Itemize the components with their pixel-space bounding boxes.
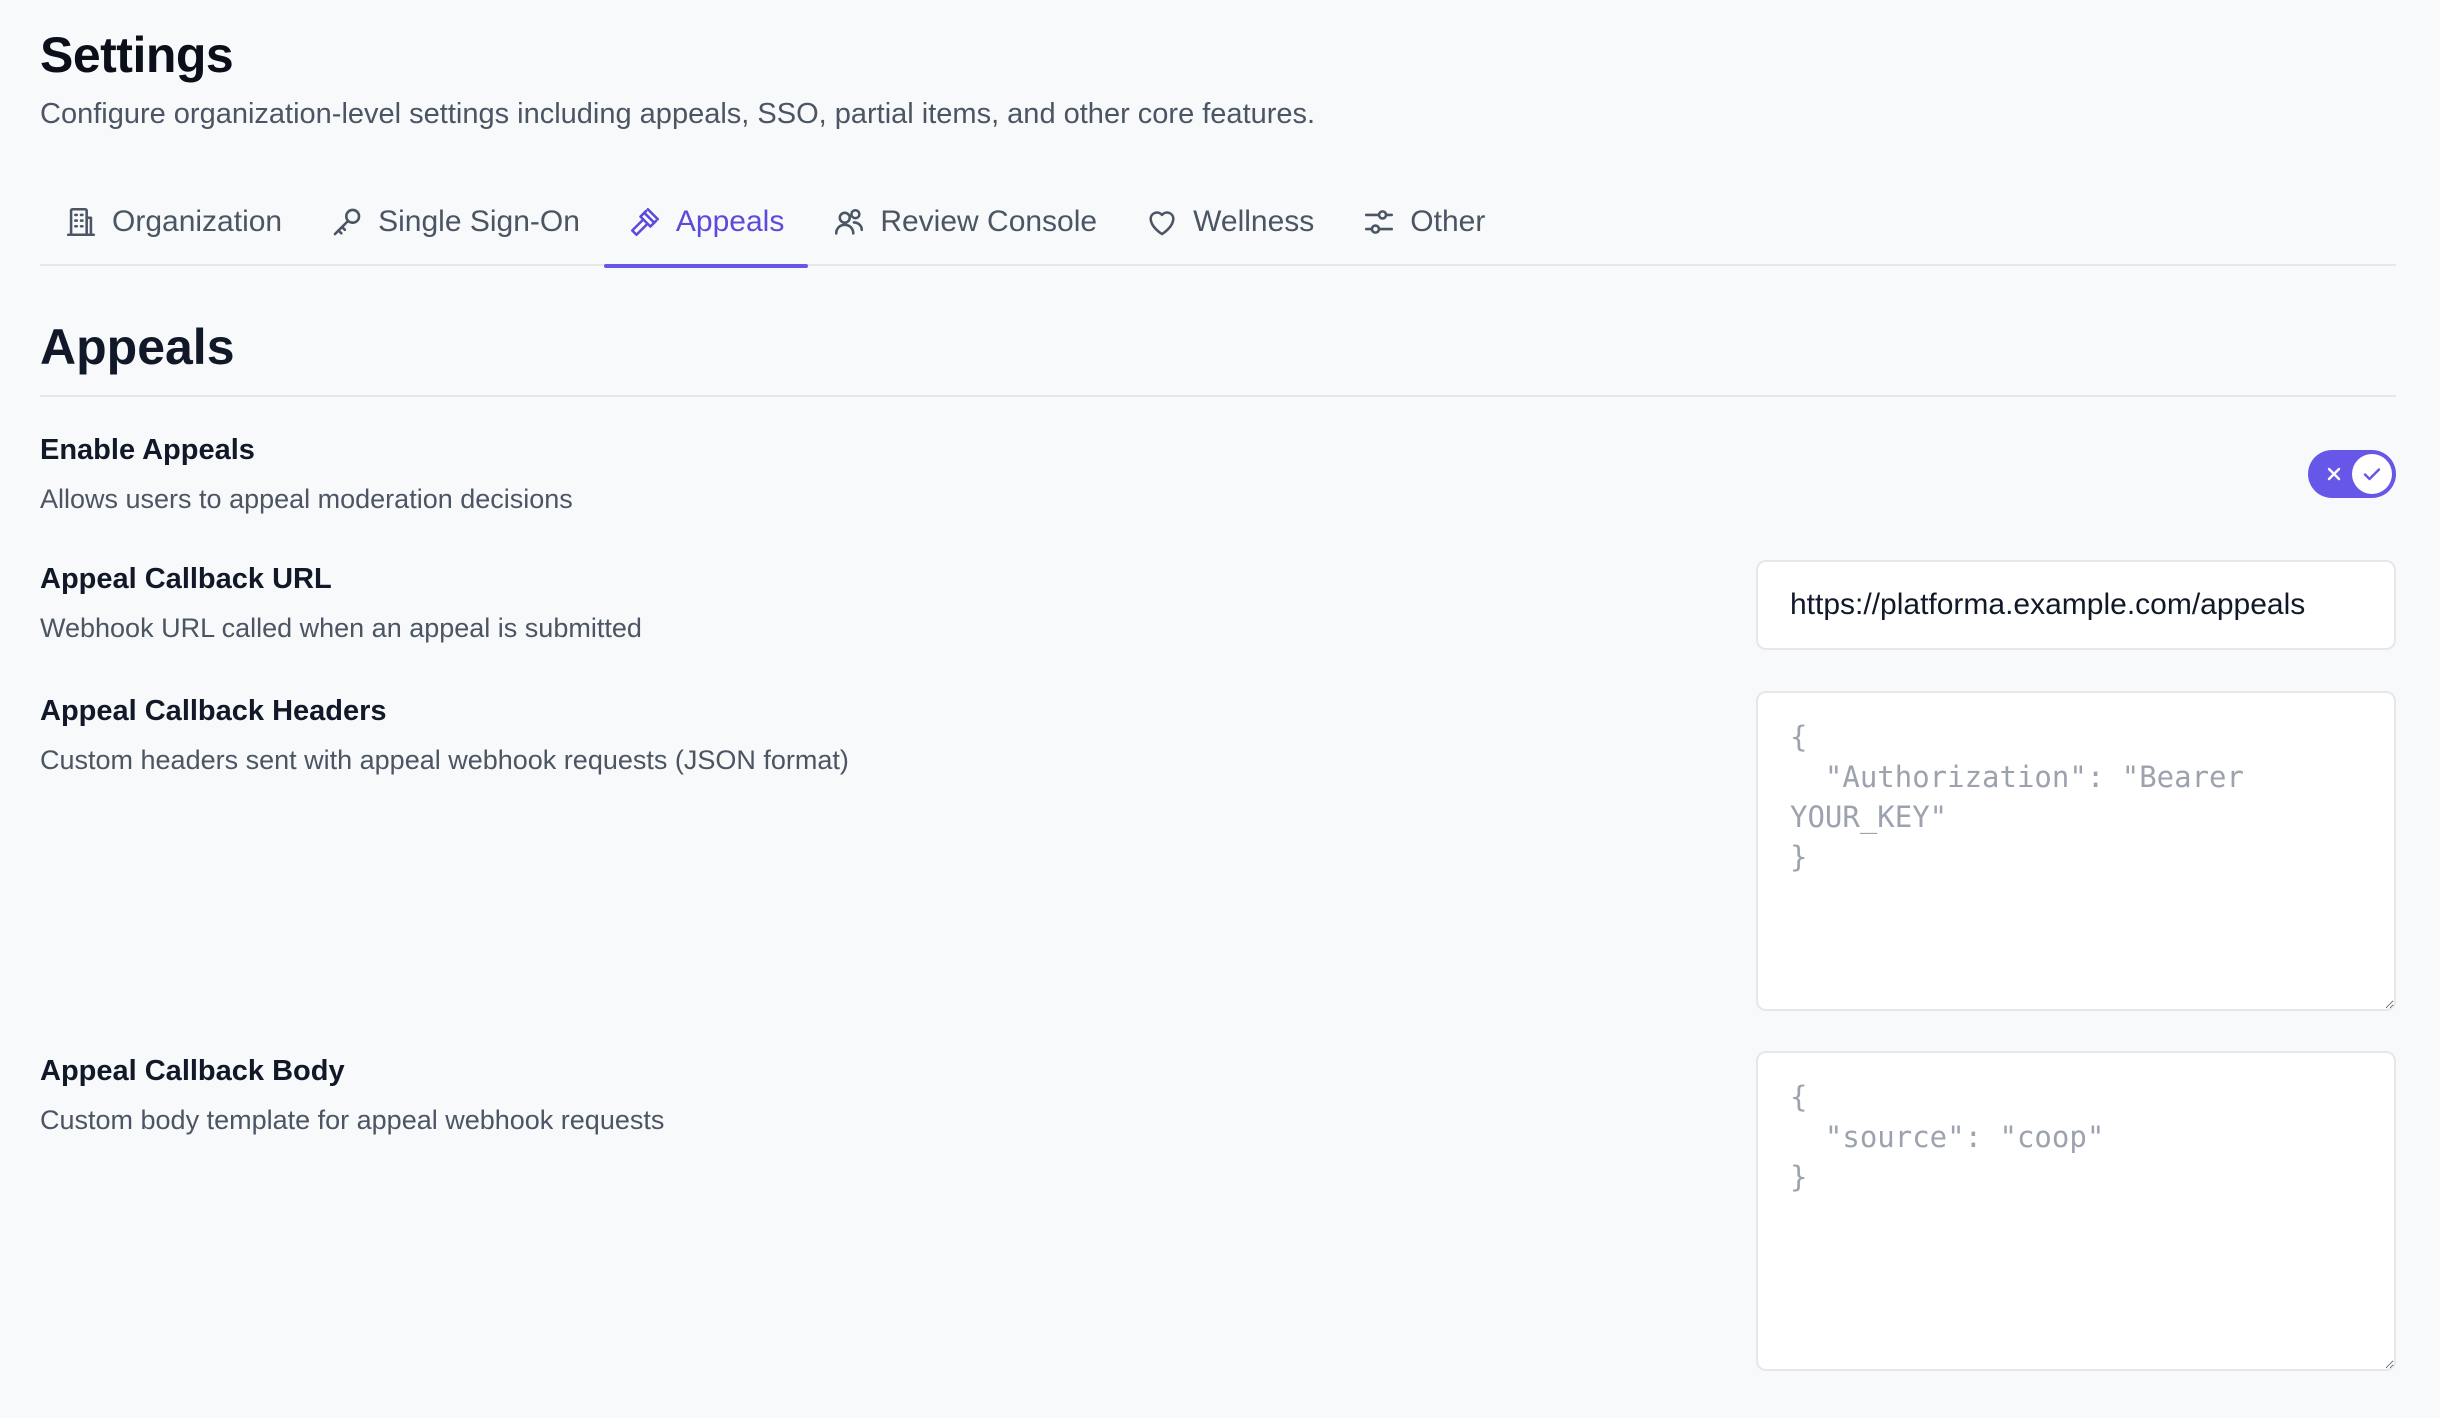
callback-body-description: Custom body template for appeal webhook … bbox=[40, 1105, 665, 1135]
key-icon bbox=[333, 208, 361, 236]
callback-headers-label: Appeal Callback Headers bbox=[40, 695, 387, 727]
callback-url-description: Webhook URL called when an appeal is sub… bbox=[40, 613, 642, 643]
enable-appeals-description: Allows users to appeal moderation decisi… bbox=[40, 484, 573, 514]
enable-appeals-label: Enable Appeals bbox=[40, 434, 255, 466]
tab-label: Other bbox=[1410, 205, 1486, 238]
callback-body-textarea[interactable] bbox=[1756, 1051, 2396, 1371]
sliders-icon bbox=[1365, 210, 1394, 234]
settings-page: Settings Configure organization-level se… bbox=[0, 0, 2440, 1418]
page-title: Settings bbox=[40, 27, 234, 83]
page-subtitle: Configure organization-level settings in… bbox=[40, 98, 1316, 130]
tab-other[interactable]: Other bbox=[1338, 182, 1509, 262]
tab-organization[interactable]: Organization bbox=[40, 182, 306, 262]
tab-single-sign-on[interactable]: Single Sign-On bbox=[306, 182, 604, 262]
callback-url-input[interactable] bbox=[1756, 560, 2396, 650]
tab-label: Organization bbox=[112, 205, 283, 238]
gavel-icon bbox=[630, 207, 659, 237]
callback-body-label: Appeal Callback Body bbox=[40, 1055, 345, 1087]
heart-icon bbox=[1149, 211, 1175, 236]
enable-appeals-toggle[interactable] bbox=[2308, 450, 2396, 498]
tab-wellness[interactable]: Wellness bbox=[1121, 182, 1338, 262]
settings-tabs: Organization Single Sign-On Appeals Revi… bbox=[40, 186, 2396, 268]
tab-label: Single Sign-On bbox=[378, 205, 580, 238]
check-icon bbox=[2363, 468, 2381, 481]
toggle-knob bbox=[2352, 454, 2392, 494]
tab-review-console[interactable]: Review Console bbox=[808, 182, 1121, 262]
section-divider bbox=[40, 395, 2396, 397]
tab-appeals[interactable]: Appeals bbox=[603, 182, 809, 268]
close-icon bbox=[2327, 467, 2341, 481]
section-title: Appeals bbox=[40, 319, 235, 375]
tab-label: Review Console bbox=[880, 205, 1098, 238]
users-icon bbox=[835, 208, 864, 235]
callback-headers-description: Custom headers sent with appeal webhook … bbox=[40, 745, 849, 775]
tab-label: Wellness bbox=[1193, 205, 1315, 238]
building-icon bbox=[66, 207, 96, 237]
callback-headers-textarea[interactable] bbox=[1756, 691, 2396, 1011]
tab-label: Appeals bbox=[675, 205, 785, 238]
callback-url-label: Appeal Callback URL bbox=[40, 563, 332, 595]
